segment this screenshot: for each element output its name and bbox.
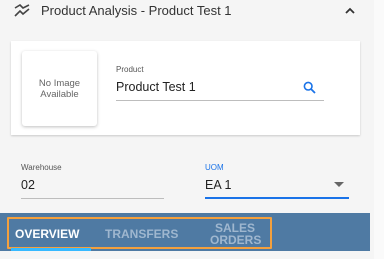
warehouse-field[interactable]: 02: [21, 178, 35, 192]
uom-label: UOM: [205, 163, 224, 172]
search-icon[interactable]: [303, 81, 316, 94]
chevron-up-icon[interactable]: [343, 4, 357, 18]
product-field[interactable]: Product Test 1: [116, 80, 196, 94]
tab-sales-orders[interactable]: SALES ORDERS: [210, 222, 261, 246]
tab-transfers[interactable]: TRANSFERS: [105, 227, 178, 241]
product-card: No Image Available Product Product Test …: [11, 41, 360, 135]
tab-overview[interactable]: OVERVIEW: [15, 227, 79, 241]
active-tab-indicator: [11, 248, 91, 251]
warehouse-label: Warehouse: [21, 163, 62, 172]
panel-header[interactable]: Product Analysis - Product Test 1: [0, 0, 372, 24]
uom-select-underline: [205, 197, 349, 199]
product-field-underline: [116, 100, 324, 101]
dropdown-caret-icon[interactable]: [334, 182, 344, 187]
uom-select[interactable]: EA 1: [205, 178, 231, 192]
product-field-label: Product: [116, 65, 144, 74]
product-image-placeholder: No Image Available: [22, 51, 97, 126]
panel-title: Product Analysis - Product Test 1: [41, 3, 232, 18]
warehouse-field-underline: [21, 198, 164, 199]
trend-icon: [14, 4, 30, 17]
scrollbar[interactable]: [374, 0, 384, 259]
